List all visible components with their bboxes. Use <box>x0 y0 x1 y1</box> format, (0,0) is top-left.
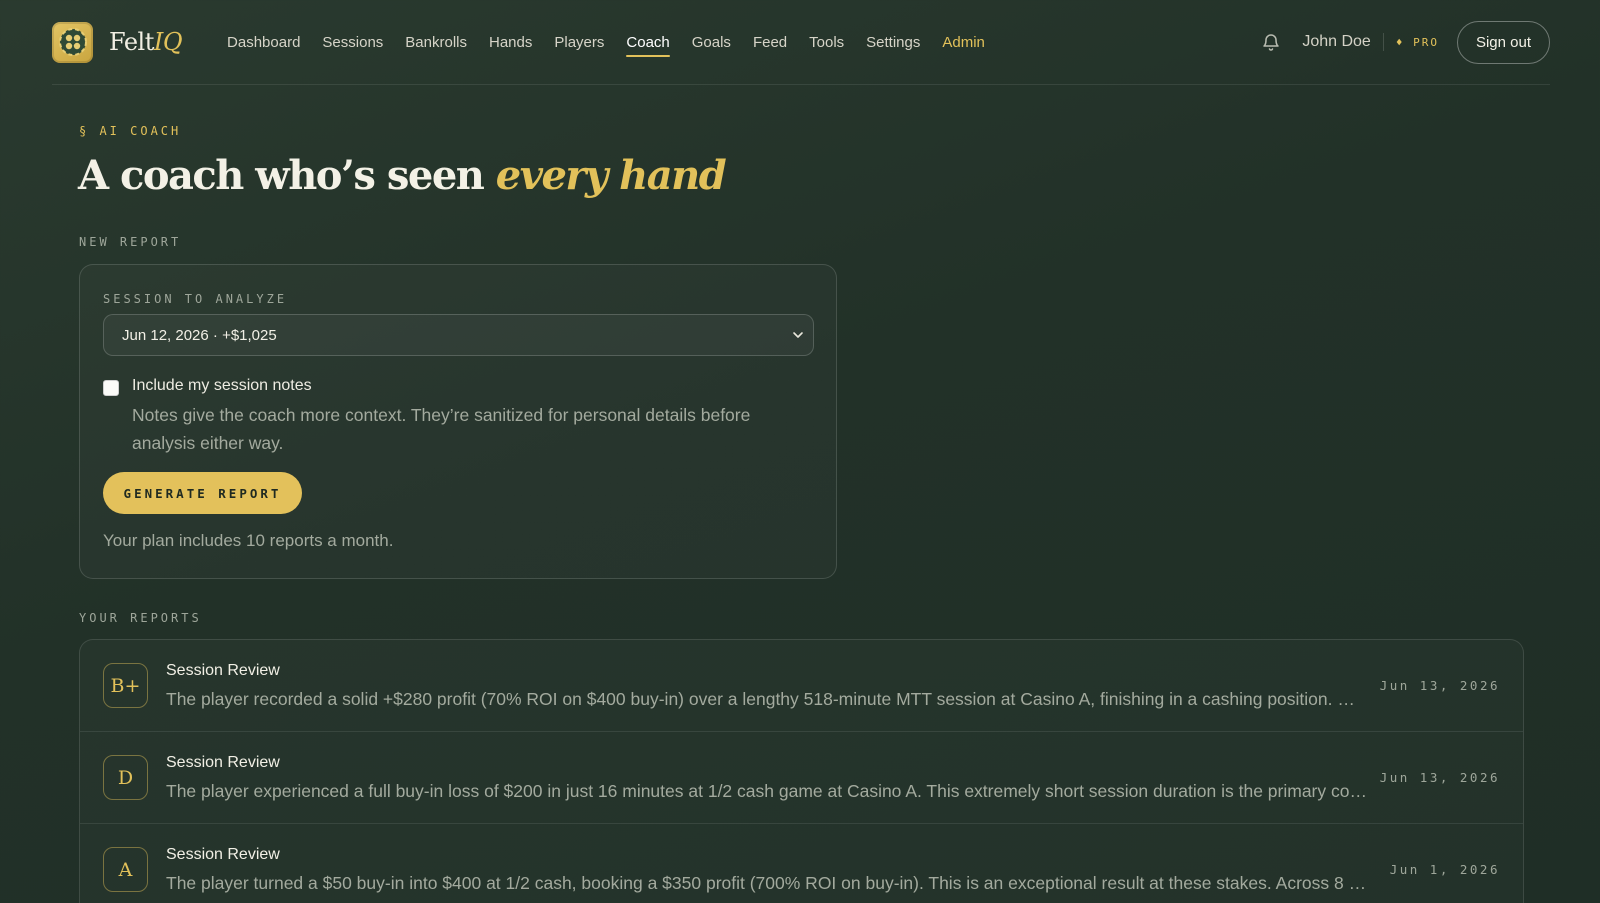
nav-feed[interactable]: Feed <box>742 0 798 85</box>
include-notes-label[interactable]: Include my session notes <box>132 377 312 395</box>
nav-goals[interactable]: Goals <box>681 0 742 85</box>
report-row[interactable]: A Session Review The player turned a $50… <box>80 824 1523 903</box>
include-notes-help-text: Notes give the coach more context. They’… <box>132 405 751 453</box>
chevron-down-icon <box>791 328 805 346</box>
report-summary: The player recorded a solid +$280 profit… <box>166 689 1368 709</box>
report-title: Session Review <box>166 846 280 863</box>
top-navigation-bar: FeltIQ Dashboard Sessions Bankrolls Hand… <box>52 0 1550 85</box>
page-title-accent: every hand <box>495 152 727 199</box>
report-title: Session Review <box>166 662 280 679</box>
page-title-main: A coach who’s seen <box>78 152 496 199</box>
grade-badge: B+ <box>103 663 148 708</box>
nav-players[interactable]: Players <box>543 0 615 85</box>
reports-list: B+ Session Review The player recorded a … <box>79 639 1524 903</box>
report-title: Session Review <box>166 754 280 771</box>
nav-sessions[interactable]: Sessions <box>311 0 394 85</box>
report-summary: The player turned a $50 buy-in into $400… <box>166 873 1368 893</box>
new-report-section-label: NEW REPORT <box>79 235 182 249</box>
nav-coach[interactable]: Coach <box>615 0 680 85</box>
report-row[interactable]: B+ Session Review The player recorded a … <box>80 640 1523 732</box>
session-select[interactable]: Jun 12, 2026 · +$1,025 <box>103 314 814 356</box>
nav-dashboard[interactable]: Dashboard <box>216 0 311 85</box>
page-title: A coach who’s seen every hand <box>78 152 727 199</box>
session-select-value: Jun 12, 2026 · +$1,025 <box>122 326 277 344</box>
report-date: Jun 13, 2026 <box>1379 678 1500 693</box>
nav-admin[interactable]: Admin <box>931 0 996 85</box>
report-summary: The player experienced a full buy-in los… <box>166 781 1368 801</box>
poker-chip-logo-icon[interactable] <box>52 21 93 63</box>
bell-icon[interactable] <box>1260 31 1282 53</box>
nav-hands[interactable]: Hands <box>478 0 543 85</box>
nav-settings[interactable]: Settings <box>855 0 931 85</box>
main-nav: Dashboard Sessions Bankrolls Hands Playe… <box>216 0 996 85</box>
brand-name[interactable]: FeltIQ <box>109 28 183 56</box>
grade-badge: D <box>103 755 148 800</box>
grade-badge: A <box>103 847 148 892</box>
user-controls: John Doe ♦ PRO Sign out <box>1260 20 1550 64</box>
report-row[interactable]: D Session Review The player experienced … <box>80 732 1523 824</box>
pro-badge: ♦ PRO <box>1395 35 1439 49</box>
report-date: Jun 13, 2026 <box>1379 770 1500 785</box>
session-select-label: SESSION TO ANALYZE <box>103 292 288 306</box>
plan-quota-note: Your plan includes 10 reports a month. <box>103 531 394 550</box>
report-date: Jun 1, 2026 <box>1389 862 1500 877</box>
user-name[interactable]: John Doe <box>1302 33 1384 51</box>
nav-bankrolls[interactable]: Bankrolls <box>394 0 478 85</box>
sign-out-button[interactable]: Sign out <box>1456 20 1550 64</box>
new-report-card: SESSION TO ANALYZE Jun 12, 2026 · +$1,02… <box>79 264 837 579</box>
your-reports-section-label: YOUR REPORTS <box>79 611 202 625</box>
nav-tools[interactable]: Tools <box>798 0 855 85</box>
brand-name-main: Felt <box>109 28 154 56</box>
brand-name-accent: IQ <box>153 28 183 56</box>
page-eyebrow: § AI COACH <box>79 124 182 138</box>
include-notes-checkbox[interactable] <box>103 380 119 396</box>
generate-report-button[interactable]: GENERATE REPORT <box>103 472 302 514</box>
